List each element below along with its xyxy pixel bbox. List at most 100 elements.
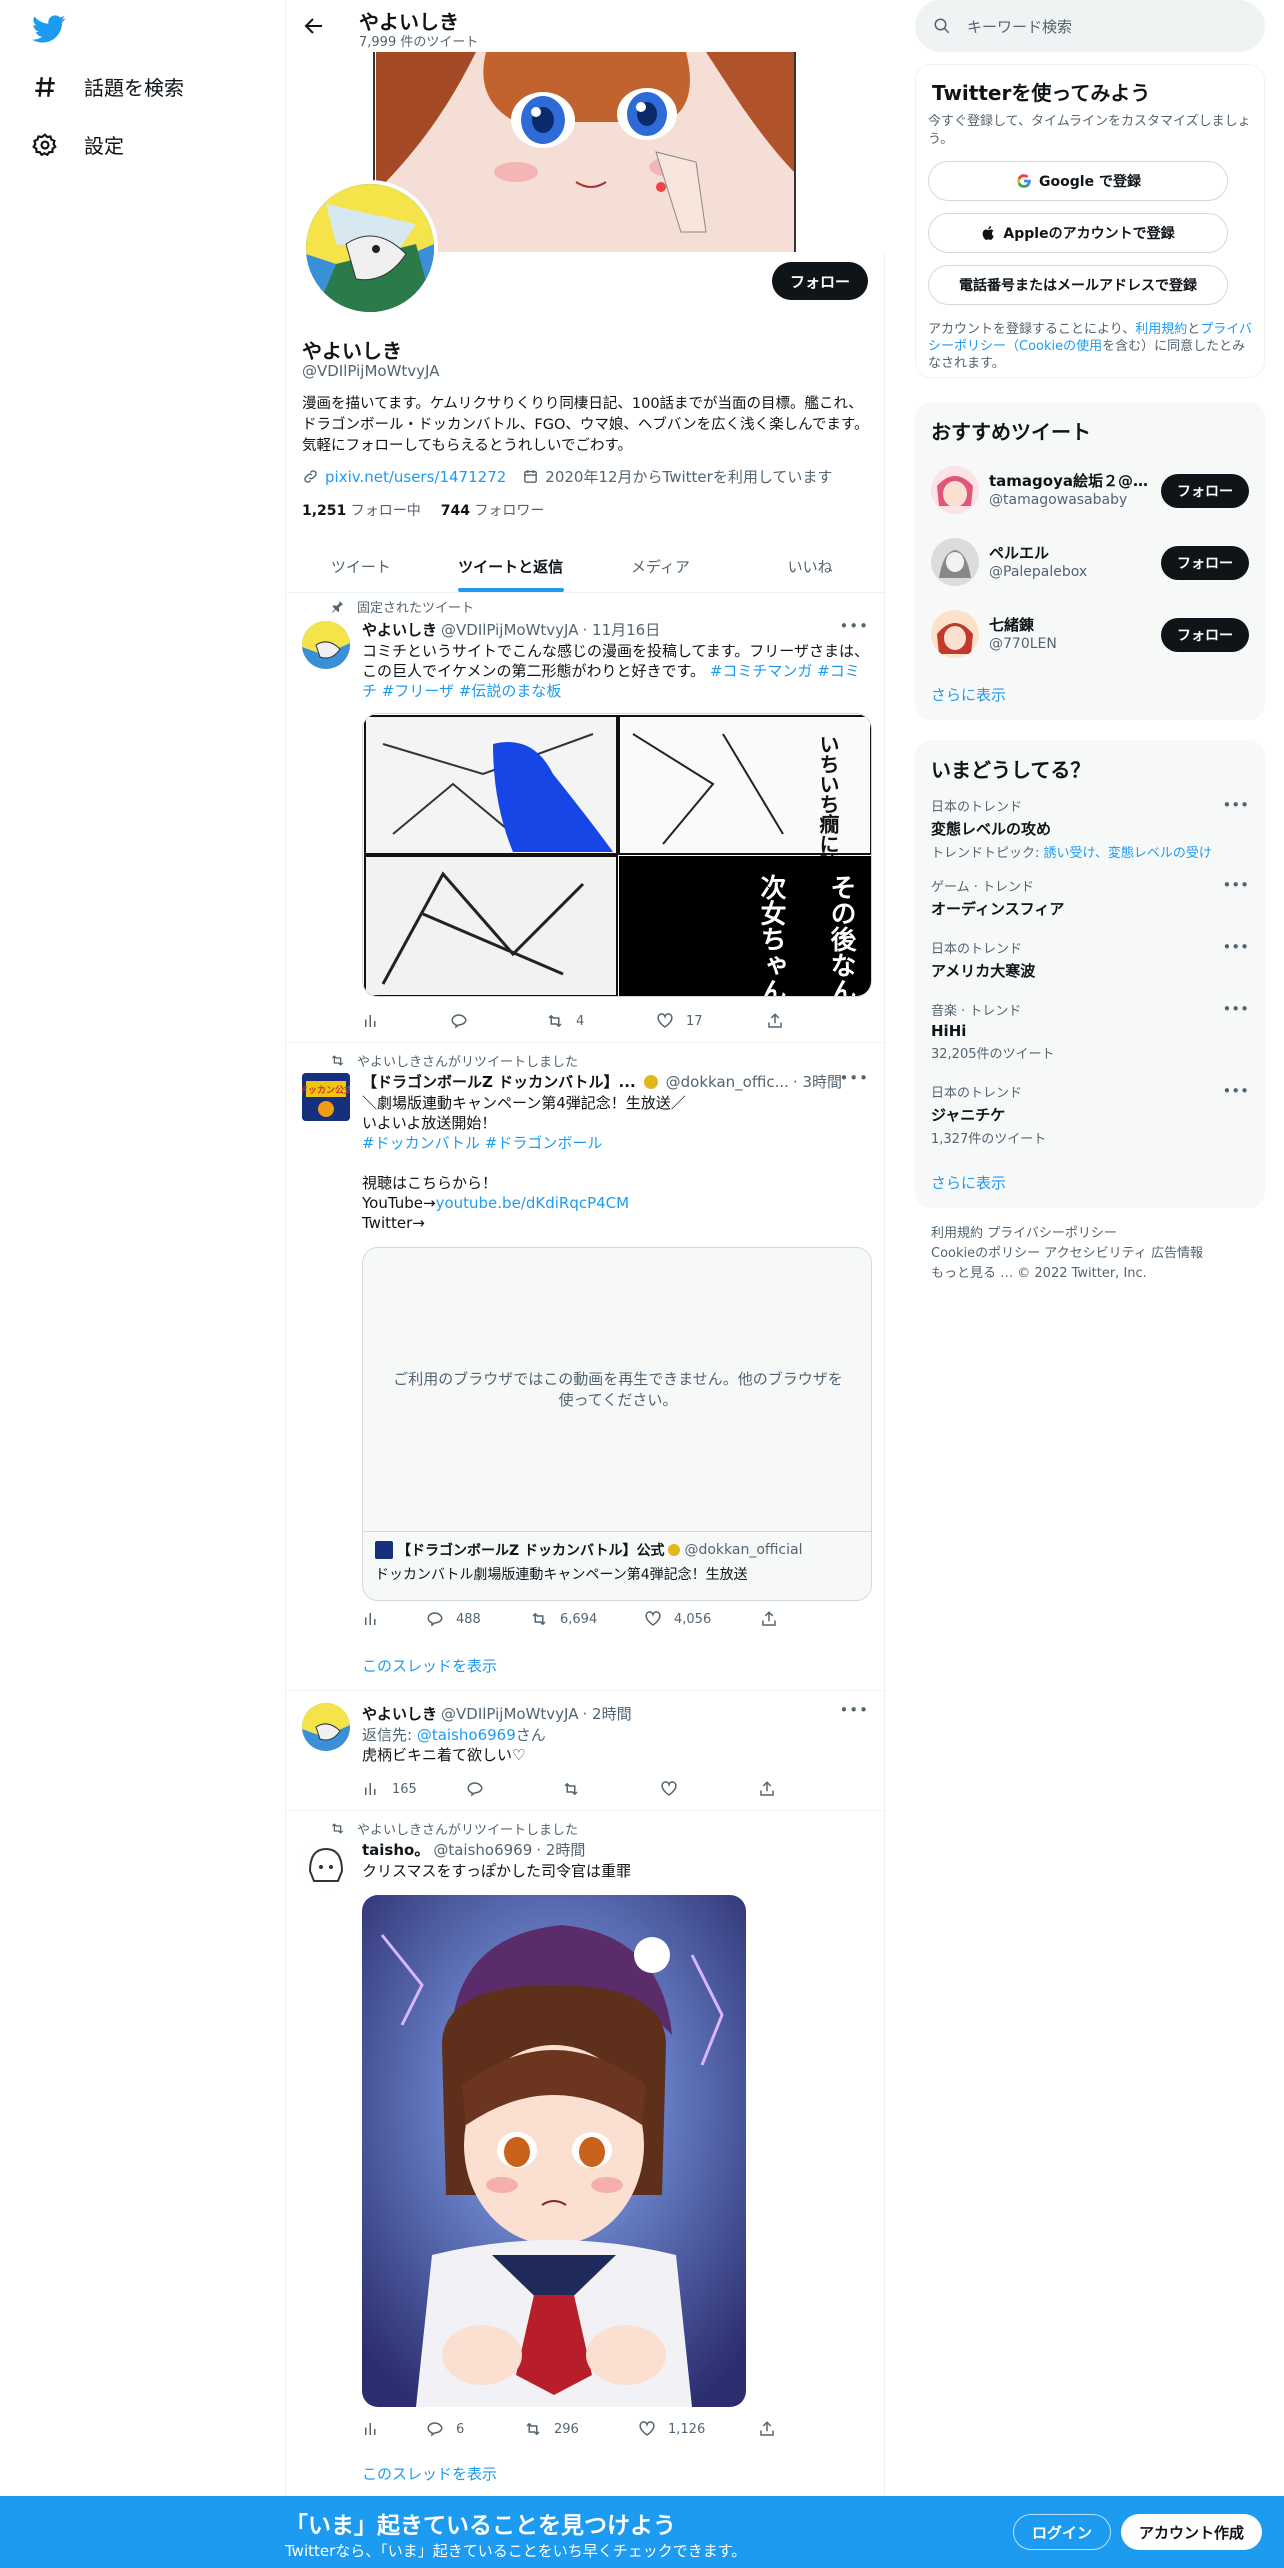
reply-button[interactable] <box>450 1011 546 1031</box>
like-button[interactable]: 17 <box>656 1011 766 1031</box>
retweet-button[interactable]: 296 <box>524 2419 638 2439</box>
twitter-logo-icon[interactable] <box>32 12 66 46</box>
reply-button[interactable]: 6 <box>426 2419 524 2439</box>
share-button[interactable] <box>758 2419 776 2439</box>
views-button[interactable] <box>362 1011 450 1031</box>
tweet-hashtags[interactable]: #ドッカンバトル #ドラゴンボール <box>362 1134 602 1152</box>
more-icon[interactable]: ••• <box>839 617 869 635</box>
trend-item[interactable]: 日本のトレンド アメリカ大寒波 ••• <box>931 938 1249 981</box>
trend-topic-link[interactable]: 誘い受け、変態レベルの受け <box>1044 846 1212 861</box>
suggestion-item[interactable]: tamagoya絵垢２@肌... @tamagowasababy フォロー <box>931 462 1249 518</box>
tweet-avatar[interactable] <box>302 621 350 669</box>
video-card[interactable]: ご利用のブラウザではこの動画を再生できません。他のブラウザを使ってください。 【… <box>362 1247 872 1601</box>
trend-item[interactable]: 日本のトレンド ジャニチケ 1,327件のツイート ••• <box>931 1082 1249 1147</box>
login-button[interactable]: ログイン <box>1013 2514 1112 2550</box>
tweet-time[interactable]: · 3時間 <box>793 1071 842 1092</box>
reply-button[interactable] <box>466 1779 562 1799</box>
tweet-avatar[interactable]: ドッカン公式 <box>302 1073 350 1121</box>
profile-follow-button[interactable]: フォロー <box>771 262 868 300</box>
show-thread-link[interactable]: このスレッドを表示 <box>362 1655 497 1676</box>
like-button[interactable]: 4,056 <box>644 1609 760 1629</box>
more-icon[interactable]: ••• <box>1222 938 1249 956</box>
tweet-author-name[interactable]: やよいしき <box>362 1703 437 1724</box>
retweet-button[interactable] <box>562 1779 660 1799</box>
share-button[interactable] <box>766 1011 784 1031</box>
tweet-author-name[interactable]: taisho。 <box>362 1839 429 1860</box>
suggestions-show-more[interactable]: さらに表示 <box>931 684 1006 705</box>
tweet-reply[interactable]: やよいしき @VDIlPijMoWtvyJA · 2時間 ••• 返信先: @t… <box>286 1691 885 1811</box>
tab-media[interactable]: メディア <box>586 540 736 592</box>
tweet-time[interactable]: · 2時間 <box>536 1839 585 1860</box>
profile-link[interactable]: pixiv.net/users/1471272 <box>325 468 506 486</box>
like-button[interactable] <box>660 1779 758 1799</box>
apple-signup-button[interactable]: Appleのアカウントで登録 <box>928 213 1228 253</box>
share-button[interactable] <box>760 1609 778 1629</box>
suggestion-follow-button[interactable]: フォロー <box>1161 618 1249 652</box>
retweet-button[interactable]: 6,694 <box>530 1609 644 1629</box>
suggestion-item[interactable]: 七緒錬 @770LEN フォロー <box>931 606 1249 662</box>
trend-item[interactable]: 音楽 · トレンド HiHi 32,205件のツイート ••• <box>931 1000 1249 1062</box>
quote-header: 【ドラゴンボールZ ドッカンバトル】公式 @dokkan_official <box>375 1540 802 1560</box>
more-icon[interactable]: ••• <box>1222 796 1249 814</box>
more-icon[interactable]: ••• <box>839 1701 869 1719</box>
more-icon[interactable]: ••• <box>1222 1000 1249 1018</box>
tweet-time[interactable]: · 11月16日 <box>582 619 660 640</box>
heart-icon <box>639 2421 655 2436</box>
followers-stat[interactable]: 744 フォロワー <box>441 500 545 520</box>
suggestion-follow-button[interactable]: フォロー <box>1161 546 1249 580</box>
views-button[interactable] <box>362 2419 426 2439</box>
tweet-author-handle[interactable]: @taisho6969 <box>433 1841 532 1859</box>
tweet-illustration-image[interactable] <box>362 1895 746 2407</box>
terms-link[interactable]: 利用規約 <box>1135 322 1187 337</box>
tab-tweets[interactable]: ツイート <box>286 540 436 592</box>
tweet-dokkan-retweet[interactable]: やよいしきさんがリツイートしました ドッカン公式 【ドラゴンボールZ ドッカンバ… <box>286 1043 885 1691</box>
reply-button[interactable]: 488 <box>426 1609 530 1629</box>
trend-item[interactable]: 日本のトレンド 変態レベルの攻め トレンドトピック: 誘い受け、変態レベルの受け… <box>931 796 1249 861</box>
like-button[interactable]: 1,126 <box>638 2419 758 2439</box>
tweet-manga-image[interactable]: いちいち癇に障るヤローだ その後なんやかんやあって 次女ちゃん願いは叶うことあり… <box>362 713 872 997</box>
tweet-author-handle[interactable]: @VDIlPijMoWtvyJA <box>441 1705 578 1723</box>
google-signup-button[interactable]: Google で登録 <box>928 161 1228 201</box>
footer-line-3[interactable]: もっと見る … © 2022 Twitter, Inc. <box>931 1264 1203 1284</box>
share-button[interactable] <box>758 1779 776 1799</box>
suggestion-item[interactable]: ペルエル @Palepalebox フォロー <box>931 534 1249 590</box>
more-icon[interactable]: ••• <box>1222 1082 1249 1100</box>
more-icon[interactable]: ••• <box>839 1069 869 1087</box>
search-input[interactable]: キーワード検索 <box>915 0 1265 52</box>
nav-settings[interactable]: 設定 <box>32 130 124 159</box>
tweet-taisho-retweet[interactable]: やよいしきさんがリツイートしました taisho。 @taisho6969 · … <box>286 1811 885 2496</box>
tweet-time[interactable]: · 2時間 <box>582 1703 631 1724</box>
youtube-link[interactable]: youtube.be/dKdiRqcP4CM <box>436 1194 630 1212</box>
retweet-button[interactable]: 4 <box>546 1011 656 1031</box>
retweet-icon <box>332 1055 343 1066</box>
tweet-pinned[interactable]: 固定されたツイート やよいしき @VDIlPijMoWtvyJA · 11月16… <box>286 593 885 1043</box>
suggestion-follow-button[interactable]: フォロー <box>1161 474 1249 508</box>
views-button[interactable] <box>362 1609 426 1629</box>
retweet-icon <box>526 2422 540 2436</box>
footer-line-1[interactable]: 利用規約 プライバシーポリシー <box>931 1224 1203 1244</box>
nav-explore[interactable]: 話題を検索 <box>32 72 184 101</box>
trend-item[interactable]: ゲーム · トレンド オーディンスフィア ••• <box>931 876 1249 919</box>
tab-tweets-and-replies[interactable]: ツイートと返信 <box>436 540 586 592</box>
views-button[interactable]: 165 <box>362 1779 466 1799</box>
profile-header-bar: やよいしき 7,999 件のツイート <box>286 0 885 52</box>
back-arrow-icon[interactable] <box>302 14 326 38</box>
tweet-avatar[interactable] <box>302 1841 350 1889</box>
reply-to-handle[interactable]: @taisho6969 <box>417 1726 516 1744</box>
tweet-author-handle[interactable]: @dokkan_offic... <box>666 1073 789 1091</box>
phone-email-signup-button[interactable]: 電話番号またはメールアドレスで登録 <box>928 265 1228 305</box>
profile-joined: 2020年12月からTwitterを利用しています <box>545 468 833 486</box>
profile-avatar[interactable] <box>302 180 438 316</box>
tweet-author-handle[interactable]: @VDIlPijMoWtvyJA <box>441 621 578 639</box>
tweet-avatar[interactable] <box>302 1703 350 1751</box>
tweet-author-name[interactable]: 【ドラゴンボールZ ドッカンバトル】... <box>362 1071 636 1092</box>
search-icon <box>934 18 950 34</box>
show-thread-link[interactable]: このスレッドを表示 <box>362 2463 497 2484</box>
tab-likes[interactable]: いいね <box>735 540 885 592</box>
more-icon[interactable]: ••• <box>1222 876 1249 894</box>
footer-line-2[interactable]: Cookieのポリシー アクセシビリティ 広告情報 <box>931 1244 1203 1264</box>
tweet-author-name[interactable]: やよいしき <box>362 619 437 640</box>
trends-show-more[interactable]: さらに表示 <box>931 1172 1006 1193</box>
following-stat[interactable]: 1,251 フォロー中 <box>302 500 421 520</box>
create-account-button[interactable]: アカウント作成 <box>1121 2514 1263 2550</box>
